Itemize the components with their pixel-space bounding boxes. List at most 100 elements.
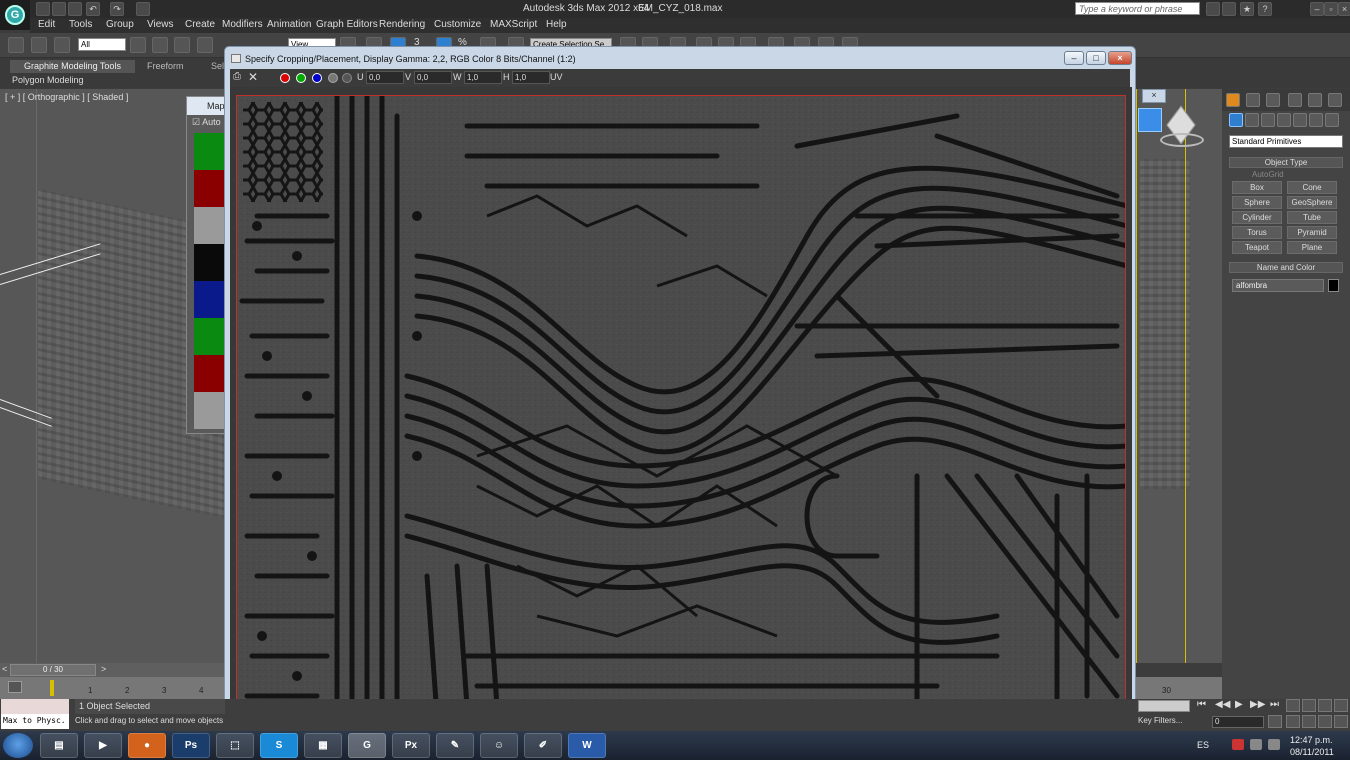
color-swatch[interactable] [194, 133, 227, 170]
language-indicator[interactable]: ES [1197, 740, 1209, 750]
sketchup-task-icon[interactable]: ⬚ [216, 733, 254, 758]
menu-customize[interactable]: Customize [434, 19, 481, 30]
auto-checkbox[interactable]: ☑ Auto [192, 117, 221, 128]
prev-frame-icon[interactable]: < [2, 664, 7, 674]
orbit-icon[interactable] [1318, 715, 1332, 728]
undo-icon[interactable]: ↶ [86, 2, 100, 16]
open-file-icon[interactable] [52, 2, 66, 16]
app-logo[interactable]: G [0, 0, 30, 30]
goto-start-icon[interactable]: ⏮ [1197, 699, 1206, 710]
material-map-dialog[interactable]: Map ☑ Auto [186, 96, 227, 434]
h-spinner[interactable]: 1,0 [512, 71, 550, 84]
menu-rendering[interactable]: Rendering [379, 19, 425, 30]
sphere-button[interactable]: Sphere [1232, 196, 1282, 209]
menu-views[interactable]: Views [147, 19, 174, 30]
save-file-icon[interactable] [68, 2, 82, 16]
menu-create[interactable]: Create [185, 19, 215, 30]
notes-task-icon[interactable]: ✐ [524, 733, 562, 758]
box-button[interactable]: Box [1232, 181, 1282, 194]
messenger-task-icon[interactable]: ☺ [480, 733, 518, 758]
clock-date[interactable]: 08/11/2011 [1290, 747, 1334, 757]
menu-animation[interactable]: Animation [267, 19, 311, 30]
helpers-icon[interactable] [1293, 113, 1307, 127]
restore-icon[interactable]: ▫ [1324, 2, 1338, 16]
menu-help[interactable]: Help [546, 19, 567, 30]
3dsmax-task-icon[interactable]: G [348, 733, 386, 758]
key-set-dropdown[interactable] [1138, 700, 1190, 712]
dialog-minimize-button[interactable]: – [1064, 51, 1084, 65]
frame-indicator[interactable]: 0 / 30 [10, 664, 96, 676]
u-spinner[interactable]: 0,0 [366, 71, 404, 84]
menu-tools[interactable]: Tools [69, 19, 92, 30]
viewport-label[interactable]: [ + ] [ Orthographic ] [ Shaded ] [5, 92, 128, 102]
cylinder-button[interactable]: Cylinder [1232, 211, 1282, 224]
pyramid-button[interactable]: Pyramid [1287, 226, 1337, 239]
object-name-input[interactable]: alfombra [1232, 279, 1324, 292]
color-swatch[interactable] [194, 355, 227, 392]
goto-end-icon[interactable]: ⏭ [1270, 699, 1279, 710]
time-slider[interactable]: < 0 / 30 > [0, 663, 224, 677]
torus-button[interactable]: Torus [1232, 226, 1282, 239]
zoom-extents-icon[interactable] [1318, 699, 1332, 712]
favorites-star-icon[interactable]: ★ [1240, 2, 1254, 16]
clock-time[interactable]: 12:47 p.m. [1290, 735, 1333, 745]
maximize-viewport-icon[interactable] [1334, 715, 1348, 728]
shapes-icon[interactable] [1245, 113, 1259, 127]
project-folder-icon[interactable] [136, 2, 150, 16]
object-color-swatch[interactable] [1328, 279, 1339, 292]
motion-tab-icon[interactable] [1288, 93, 1302, 107]
prev-key-icon[interactable]: ◀◀ [1215, 699, 1230, 710]
systems-icon[interactable] [1325, 113, 1339, 127]
teapot-button[interactable]: Teapot [1232, 241, 1282, 254]
carpet-texture-image[interactable] [236, 95, 1126, 730]
zoom-all-icon[interactable] [1302, 699, 1316, 712]
zoom-icon[interactable] [1286, 699, 1300, 712]
next-frame-icon[interactable]: > [101, 664, 106, 674]
explorer-task-icon[interactable]: ▤ [40, 733, 78, 758]
next-key-icon[interactable]: ▶▶ [1250, 699, 1265, 710]
lights-icon[interactable] [1261, 113, 1275, 127]
current-frame-input[interactable]: 0 [1212, 716, 1264, 728]
color-swatch[interactable] [194, 170, 227, 207]
menu-maxscript[interactable]: MAXScript [490, 19, 537, 30]
tab-graphite-modeling-tools[interactable]: Graphite Modeling Tools [10, 60, 135, 73]
select-object-icon[interactable] [130, 37, 146, 53]
minimize-icon[interactable]: – [1310, 2, 1324, 16]
dialog-close-icon[interactable]: × [1142, 89, 1166, 103]
uv-label[interactable]: UV [550, 72, 563, 82]
mini-curve-editor-icon[interactable] [8, 681, 22, 693]
firefox-task-icon[interactable]: ● [128, 733, 166, 758]
bind-spacewarp-icon[interactable] [54, 37, 70, 53]
search-input[interactable]: Type a keyword or phrase [1075, 2, 1200, 15]
time-marker[interactable] [50, 680, 54, 696]
maxscript-listener-input[interactable]: Max to Physc. [1, 714, 69, 729]
tab-selection[interactable]: Sel [211, 61, 224, 71]
select-by-name-icon[interactable] [152, 37, 168, 53]
word-task-icon[interactable]: W [568, 733, 606, 758]
tray-volume-icon[interactable] [1268, 739, 1280, 750]
menu-group[interactable]: Group [106, 19, 134, 30]
maxscript-listener-output[interactable] [1, 699, 69, 714]
new-file-icon[interactable] [36, 2, 50, 16]
clear-icon[interactable]: ✕ [248, 70, 258, 84]
menu-edit[interactable]: Edit [38, 19, 55, 30]
close-icon[interactable]: × [1338, 2, 1350, 16]
pan-icon[interactable] [1302, 715, 1316, 728]
autogrid-checkbox[interactable]: AutoGrid [1252, 170, 1284, 179]
color-swatch[interactable] [194, 318, 227, 355]
primitive-type-select[interactable]: Standard Primitives [1229, 135, 1343, 148]
display-tab-icon[interactable] [1308, 93, 1322, 107]
tray-alert-icon[interactable] [1232, 739, 1244, 750]
geometry-icon[interactable] [1229, 113, 1243, 127]
cone-button[interactable]: Cone [1287, 181, 1337, 194]
binoculars-icon[interactable] [1206, 2, 1220, 16]
communication-center-icon[interactable] [1222, 2, 1236, 16]
green-channel-toggle[interactable] [296, 73, 306, 83]
w-spinner[interactable]: 1,0 [464, 71, 502, 84]
monochrome-toggle[interactable] [342, 73, 352, 83]
redo-icon[interactable]: ↷ [110, 2, 124, 16]
skype-task-icon[interactable]: S [260, 733, 298, 758]
dialog-close-button[interactable]: × [1108, 51, 1132, 65]
rect-selection-icon[interactable] [174, 37, 190, 53]
color-swatch[interactable] [194, 281, 227, 318]
